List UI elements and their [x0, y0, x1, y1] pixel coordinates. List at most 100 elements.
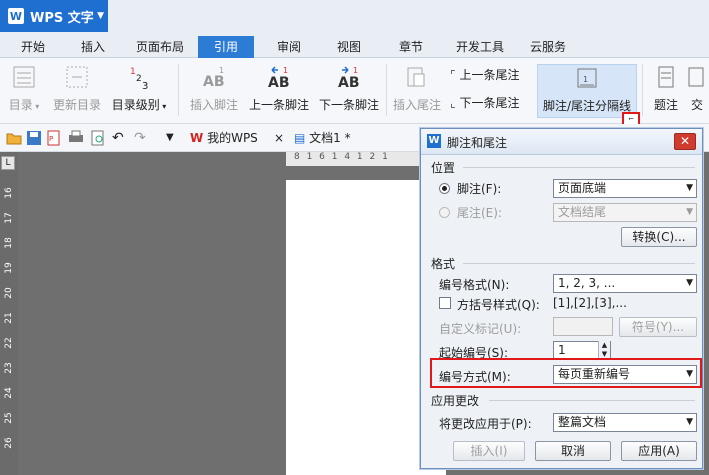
ruler-number: 20	[4, 287, 14, 299]
ruler-number: 18	[4, 237, 14, 249]
svg-text:1: 1	[219, 66, 224, 75]
toc-level-icon: 123	[130, 67, 148, 90]
divider	[463, 167, 695, 168]
tab-cloud[interactable]: 云服务	[520, 36, 576, 58]
ruler-number: 19	[4, 262, 14, 274]
footnote-radio[interactable]	[439, 183, 450, 194]
tab-home[interactable]: 开始	[8, 36, 58, 58]
custom-mark-input[interactable]	[553, 317, 613, 336]
tab-page-layout[interactable]: 页面布局	[128, 36, 192, 58]
apply-section-label: 应用更改	[431, 394, 480, 408]
svg-text:1: 1	[353, 66, 358, 75]
number-format-select[interactable]: 1, 2, 3, ... ▼	[553, 274, 697, 293]
cancel-button[interactable]: 取消	[535, 441, 611, 461]
app-menu-button[interactable]: W WPS 文字 ▼	[0, 0, 108, 32]
update-toc-icon	[66, 66, 88, 88]
svg-text:1: 1	[283, 66, 288, 75]
ribbon-separator	[642, 64, 643, 116]
caption-icon	[658, 66, 674, 88]
dialog-title-bar[interactable]: W 脚注和尾注 ✕	[421, 129, 702, 155]
separator-line-icon: 1	[577, 68, 597, 88]
next-footnote-button[interactable]: AB 1 下一条脚注	[316, 64, 382, 118]
title-bar: W WPS 文字 ▼	[0, 0, 709, 34]
ribbon-separator	[178, 64, 179, 116]
number-format-label: 编号格式(N):	[439, 278, 510, 292]
document-tab[interactable]: ▤ 文档1 *	[294, 128, 351, 148]
ruler-number: 26	[4, 437, 14, 449]
chevron-down-icon: ▼	[686, 183, 693, 193]
insert-endnote-button[interactable]: 插入尾注	[390, 64, 444, 118]
open-folder-icon[interactable]	[6, 130, 22, 146]
ribbon-tabs: 开始 插入 页面布局 引用 审阅 视图 章节 开发工具 云服务	[0, 34, 709, 58]
chevron-down-icon: ▼	[686, 417, 693, 427]
ruler-number: 25	[4, 412, 14, 424]
toc-button[interactable]: 目录 ▾	[4, 64, 44, 118]
dialog-title: 脚注和尾注	[447, 136, 508, 150]
endnote-radio[interactable]	[439, 207, 450, 218]
chevron-down-icon: ▼	[97, 11, 104, 21]
symbol-button[interactable]: 符号(Y)...	[619, 317, 697, 337]
svg-text:AB: AB	[268, 75, 290, 90]
ribbon-separator	[386, 64, 387, 116]
ruler-number: 17	[4, 212, 14, 224]
endnote-position-select[interactable]: 文档结尾 ▼	[553, 203, 697, 222]
tab-stop-selector[interactable]: L	[1, 156, 15, 170]
prev-endnote-button[interactable]: ⌜ 上一条尾注	[450, 66, 519, 83]
ruler-number: 23	[4, 362, 14, 374]
save-icon[interactable]	[26, 130, 42, 146]
tab-review[interactable]: 审阅	[264, 36, 314, 58]
print-preview-icon[interactable]	[90, 130, 106, 146]
convert-button[interactable]: 转换(C)...	[621, 227, 697, 247]
caption-button[interactable]: 题注	[648, 64, 684, 118]
app-title: WPS 文字	[30, 10, 94, 26]
svg-text:2: 2	[136, 74, 142, 84]
my-wps-tab[interactable]: W 我的WPS	[190, 128, 258, 148]
prev-endnote-icon: ⌜	[450, 68, 456, 82]
ribbon-references: 目录 ▾ 更新目录 123 目录级别 ▾ AB 1 插入脚注 AB 1 上一条脚注 …	[0, 58, 709, 124]
cross-reference-button[interactable]: 交	[686, 64, 708, 118]
pdf-export-icon[interactable]: P	[46, 130, 62, 146]
apply-to-select[interactable]: 整篇文档 ▼	[553, 413, 697, 432]
customize-toolbar-icon[interactable]: ▼	[166, 130, 182, 146]
tab-references[interactable]: 引用	[198, 36, 254, 58]
apply-to-label: 将更改应用于(P):	[439, 417, 532, 431]
ruler-number: 21	[4, 312, 14, 324]
numbering-highlight-box	[430, 358, 702, 388]
redo-icon[interactable]: ↷	[134, 130, 150, 146]
close-button[interactable]: ✕	[674, 133, 696, 150]
print-icon[interactable]	[68, 130, 84, 146]
bracket-style-preview: [1],[2],[3],...	[553, 296, 627, 310]
svg-text:AB: AB	[203, 74, 225, 90]
next-endnote-button[interactable]: ⌞ 下一条尾注	[450, 94, 519, 111]
divider	[463, 263, 695, 264]
footnote-position-select[interactable]: 页面底端 ▼	[553, 179, 697, 198]
tab-chapter[interactable]: 章节	[386, 36, 436, 58]
undo-icon[interactable]: ↶	[112, 130, 128, 146]
cross-reference-icon	[688, 67, 704, 87]
vertical-ruler: L 16 17 18 19 20 21 22 23 24 25 26	[0, 152, 18, 475]
tab-developer[interactable]: 开发工具	[446, 36, 514, 58]
svg-text:3: 3	[142, 81, 148, 90]
tab-insert[interactable]: 插入	[68, 36, 118, 58]
insert-footnote-icon: AB1	[203, 66, 225, 90]
toc-icon	[13, 66, 35, 88]
update-toc-button[interactable]: 更新目录	[48, 64, 106, 118]
insert-button[interactable]: 插入(I)	[453, 441, 525, 461]
wps-logo-icon: W	[427, 134, 441, 148]
bracket-style-checkbox[interactable]	[439, 297, 451, 309]
svg-text:1: 1	[130, 67, 136, 77]
close-tab-icon[interactable]: ×	[274, 128, 284, 148]
tab-view[interactable]: 视图	[324, 36, 374, 58]
chevron-down-icon: ▼	[686, 278, 693, 288]
svg-text:AB: AB	[338, 75, 360, 90]
footnote-label: 脚注(F):	[457, 182, 502, 196]
prev-footnote-button[interactable]: AB 1 上一条脚注	[246, 64, 312, 118]
bracket-style-label: 方括号样式(Q):	[457, 298, 540, 312]
divider	[489, 400, 695, 401]
wps-logo-icon: W	[8, 8, 24, 24]
insert-footnote-button[interactable]: AB 1 插入脚注	[184, 64, 244, 118]
separator-line-button[interactable]: 1 脚注/尾注分隔线	[537, 64, 637, 118]
toc-level-button[interactable]: 123 目录级别 ▾	[108, 64, 170, 118]
apply-button[interactable]: 应用(A)	[621, 441, 697, 461]
footnote-endnote-dialog: W 脚注和尾注 ✕ 位置 脚注(F): 页面底端 ▼ 尾注(E): 文档结尾 ▼ 转…	[420, 128, 703, 469]
